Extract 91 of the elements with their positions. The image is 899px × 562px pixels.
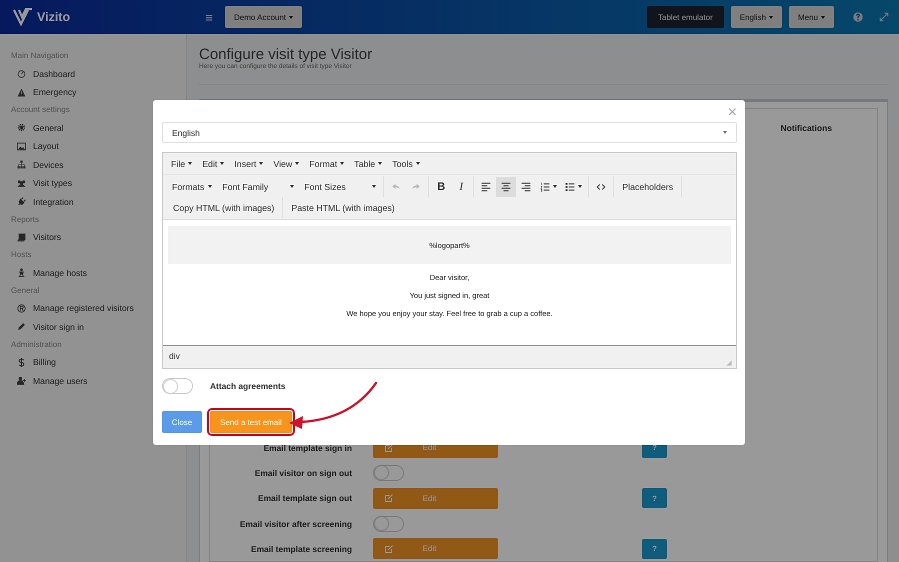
logo-text: Vizito: [37, 10, 70, 24]
code-icon: [596, 182, 606, 192]
image-icon: [17, 142, 26, 151]
user-plus-icon: [17, 376, 26, 386]
menu-item[interactable]: Table: [349, 158, 388, 168]
toggle-switch[interactable]: [373, 516, 404, 532]
nav-link[interactable]: Manage users: [11, 371, 186, 390]
section-heading: Hosts: [11, 249, 32, 261]
nav-link[interactable]: Emergency: [11, 82, 186, 102]
language-select[interactable]: English: [162, 122, 737, 143]
caret-icon: [220, 162, 224, 165]
header-dropdown[interactable]: Menu: [788, 6, 834, 28]
page-title: Configure visit type Visitor: [199, 46, 374, 63]
tablet-emulator-button[interactable]: Tablet emulator: [647, 6, 724, 28]
caret-icon: [208, 185, 212, 188]
caret-icon: [188, 162, 192, 165]
gear-icon: [17, 123, 26, 132]
warning-icon: [17, 88, 26, 97]
setting-label: Email template screening: [250, 544, 352, 554]
menu-item[interactable]: Format: [304, 158, 350, 168]
align-left-icon: [481, 182, 492, 192]
edit-icon: [385, 544, 393, 553]
caret-icon: [340, 162, 344, 165]
resize-handle-icon: [726, 360, 732, 366]
caret-icon: [821, 16, 825, 18]
align-center-icon: [501, 182, 512, 192]
bold-button[interactable]: B: [431, 176, 452, 196]
section-heading: Account settings: [11, 104, 71, 116]
section-heading: General: [11, 284, 40, 296]
caret-icon: [289, 16, 294, 18]
expand-icon[interactable]: [879, 12, 889, 22]
book-icon: [17, 232, 26, 242]
logo-icon: [13, 8, 33, 26]
setting-label: Email visitor on sign out: [254, 468, 352, 478]
nav-link[interactable]: Manage hosts: [11, 263, 186, 282]
registered-icon: [17, 304, 26, 313]
section-heading: Administration: [11, 338, 63, 350]
toggle-switch[interactable]: [373, 464, 404, 481]
element-path: div: [169, 351, 180, 361]
person-icon: [17, 268, 26, 278]
caret-icon: [768, 16, 773, 18]
toolbar-button[interactable]: Placeholders: [616, 176, 680, 196]
align-center-button[interactable]: [496, 176, 516, 196]
toolbar-dropdown[interactable]: Formats: [167, 176, 218, 196]
redo-icon: [411, 182, 422, 192]
setting-label: Email template sign in: [262, 442, 352, 453]
caret-icon: [553, 185, 558, 188]
header-dropdown[interactable]: English: [730, 6, 782, 28]
caret-icon: [259, 162, 264, 165]
account-dropdown[interactable]: Demo Account: [225, 6, 302, 28]
menu-item[interactable]: Tools: [387, 158, 425, 168]
section-heading: Reports: [11, 214, 40, 226]
caret-icon: [290, 185, 294, 188]
menu-item[interactable]: Edit: [197, 158, 230, 168]
toolbar-button[interactable]: Copy HTML (with images): [167, 198, 280, 218]
setting-label: Email template sign out: [256, 493, 352, 504]
sitemap-icon: [17, 160, 26, 170]
toggle-label: Attach agreements: [210, 381, 286, 391]
menu-item[interactable]: Insert: [229, 158, 268, 168]
gauge-icon: [17, 69, 26, 78]
help-icon[interactable]: [853, 12, 863, 22]
nav-link[interactable]: Visitor sign in: [11, 317, 186, 336]
undo-icon: [391, 182, 402, 192]
dollar-icon: [17, 358, 26, 367]
caret-icon: [295, 162, 300, 165]
nav-link[interactable]: Manage registered visitors: [11, 298, 186, 318]
toolbar-dropdown[interactable]: Font Sizes: [299, 176, 382, 196]
plug-icon: [17, 197, 26, 206]
pencil-icon: [17, 322, 26, 332]
menu-item[interactable]: File: [166, 158, 198, 168]
caret-icon: [378, 162, 382, 165]
caret-icon: [578, 185, 582, 188]
nav-link[interactable]: Dashboard: [11, 64, 186, 84]
edit-icon: [385, 494, 393, 502]
caret-icon: [416, 162, 420, 165]
align-right-icon: [521, 182, 532, 192]
users-icon: [17, 178, 26, 188]
numbered-list-icon: [540, 182, 550, 192]
toolbar-dropdown[interactable]: Font Family: [217, 176, 300, 196]
caret-icon: [723, 131, 727, 134]
toolbar-button[interactable]: Paste HTML (with images): [285, 198, 401, 218]
tab-heading: Notifications: [780, 123, 832, 133]
bulleted-list-icon: [565, 182, 576, 192]
italic-button[interactable]: I: [451, 176, 472, 196]
caret-icon: [372, 185, 376, 188]
menu-item[interactable]: View: [268, 158, 304, 168]
toggle-switch[interactable]: [162, 378, 193, 394]
close-button[interactable]: Close: [162, 411, 202, 433]
section-heading: Main Navigation: [11, 50, 70, 62]
setting-label: Email visitor after screening: [238, 518, 352, 529]
menu-toggle[interactable]: ≡: [200, 10, 218, 24]
